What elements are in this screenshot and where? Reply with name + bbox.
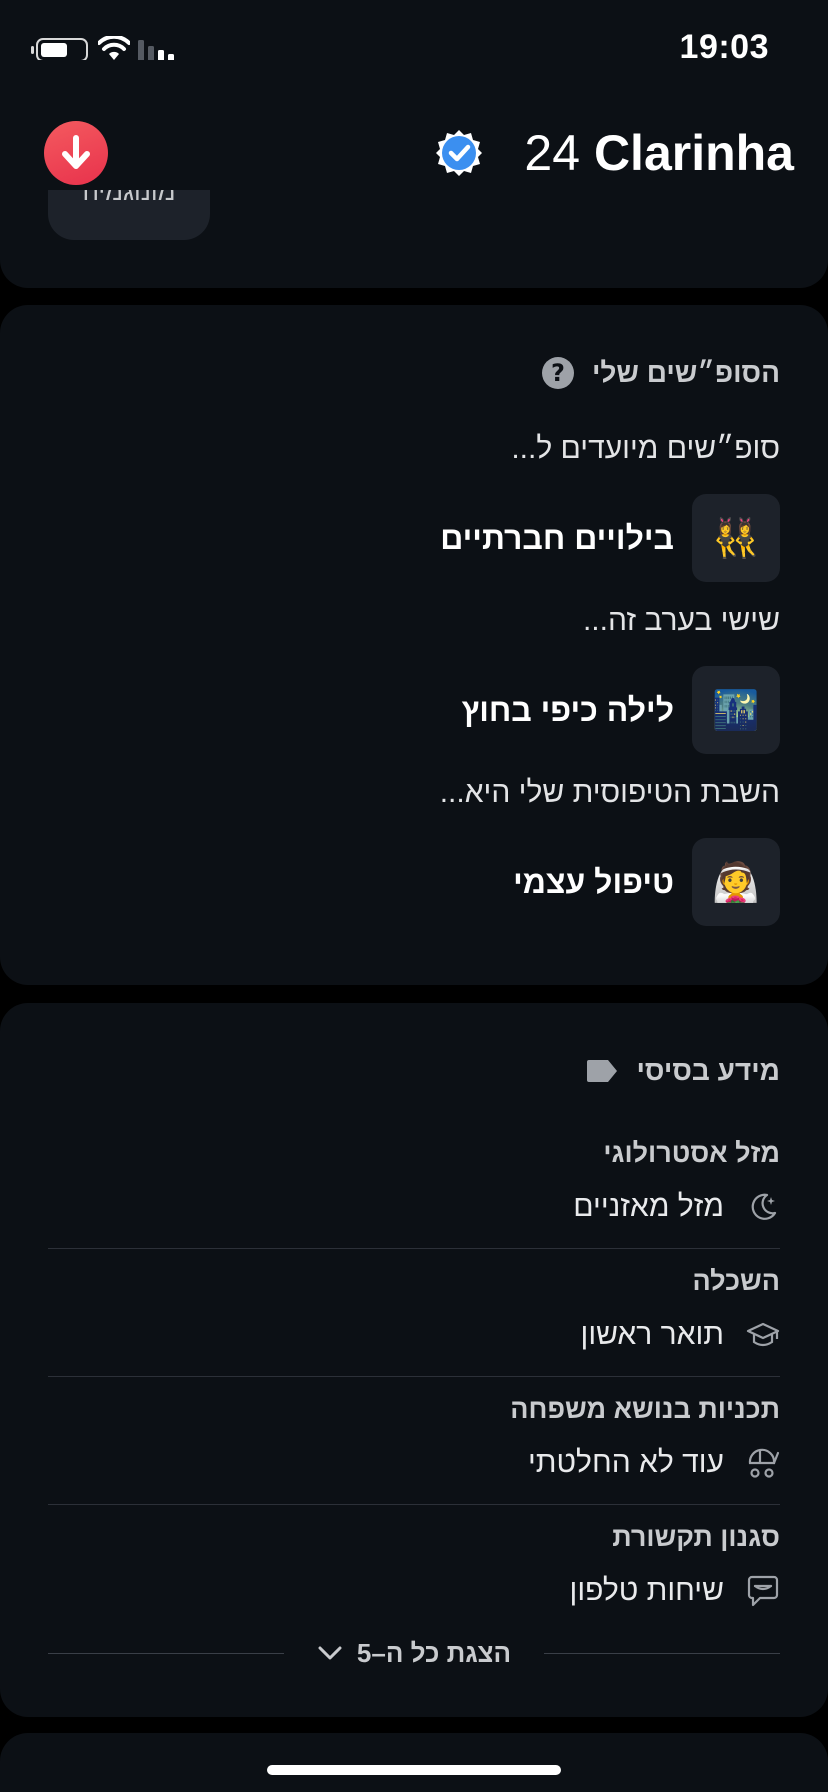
verified-badge-icon bbox=[436, 130, 482, 176]
divider bbox=[48, 1248, 780, 1249]
profile-age: 24 bbox=[524, 125, 581, 181]
weekend-answer-label-3: טיפול עצמי bbox=[513, 863, 674, 900]
tag-icon bbox=[587, 1060, 618, 1082]
weekend-answer-1: 👯‍♀️ בילויים חברתיים bbox=[440, 494, 780, 582]
bride-icon: 👰 bbox=[692, 838, 780, 926]
show-all-label: הצגת כל ה–5 bbox=[356, 1637, 512, 1668]
chat-bubble-icon bbox=[746, 1574, 780, 1608]
battery-icon bbox=[31, 38, 88, 62]
dancers-icon: 👯‍♀️ bbox=[692, 494, 780, 582]
astrology-value: מזל מאזניים bbox=[573, 1190, 724, 1223]
show-all-row: הצגת כל ה–5 bbox=[48, 1633, 780, 1673]
family-plans-value-row: עוד לא החלטתי bbox=[528, 1446, 780, 1480]
night-city-icon: 🌃 bbox=[692, 666, 780, 754]
divider bbox=[48, 1653, 284, 1654]
family-plans-label: תכניות בנושא משפחה bbox=[510, 1394, 780, 1424]
weekend-answer-label-2: לילה כיפי בחוץ bbox=[461, 691, 674, 728]
basic-info-header: מידע בסיסי bbox=[586, 1055, 780, 1087]
cellular-signal-icon bbox=[138, 40, 174, 62]
divider bbox=[48, 1504, 780, 1505]
profile-first-name: Clarinha bbox=[593, 125, 794, 181]
basic-info-title: מידע בסיסי bbox=[636, 1055, 780, 1086]
weekend-answer-label-1: בילויים חברתיים bbox=[440, 519, 674, 556]
divider bbox=[48, 1376, 780, 1377]
education-label: השכלה bbox=[692, 1266, 780, 1296]
basic-info-card bbox=[0, 1003, 828, 1717]
wifi-icon bbox=[98, 36, 130, 60]
moon-icon bbox=[746, 1190, 780, 1224]
communication-label: סגנון תקשורת bbox=[612, 1522, 780, 1552]
weekend-prompt-3: השבת הטיפוסית שלי היא... bbox=[439, 776, 780, 809]
weekend-answer-3: 👰 טיפול עצמי bbox=[513, 838, 780, 926]
weekend-prompt-1: סופ״שים מיועדים ל... bbox=[511, 432, 780, 465]
communication-value-row: שיחות טלפון bbox=[570, 1574, 780, 1608]
weekends-title: הסופ״שים שלי bbox=[591, 357, 780, 388]
question-icon: ? bbox=[541, 357, 574, 389]
home-indicator[interactable] bbox=[267, 1765, 561, 1775]
baby-stroller-icon bbox=[746, 1446, 780, 1480]
graduation-cap-icon bbox=[746, 1318, 780, 1352]
dislike-button[interactable] bbox=[44, 121, 108, 185]
education-value-row: תואר ראשון bbox=[581, 1318, 780, 1352]
weekend-prompt-2: שישי בערב זה... bbox=[582, 604, 780, 637]
next-section-card bbox=[0, 1733, 828, 1792]
family-plans-value: עוד לא החלטתי bbox=[527, 1446, 724, 1479]
profile-name: 24 Clarinha bbox=[524, 124, 794, 182]
weekend-answer-2: 🌃 לילה כיפי בחוץ bbox=[462, 666, 780, 754]
show-all-button[interactable]: הצגת כל ה–5 bbox=[308, 1633, 520, 1673]
chevron-down-icon bbox=[318, 1646, 342, 1660]
astrology-value-row: מזל מאזניים bbox=[573, 1190, 780, 1224]
education-value: תואר ראשון bbox=[580, 1318, 724, 1351]
astrology-label: מזל אסטרולוגי bbox=[603, 1138, 780, 1168]
relationship-chip-label: מונוגמיה bbox=[82, 190, 176, 206]
communication-value: שיחות טלפון bbox=[569, 1574, 724, 1607]
relationship-chip: מונוגמיה bbox=[48, 190, 210, 240]
arrow-down-icon bbox=[62, 135, 90, 169]
weekends-header: ? הסופ״שים שלי bbox=[541, 357, 780, 389]
divider bbox=[544, 1653, 780, 1654]
